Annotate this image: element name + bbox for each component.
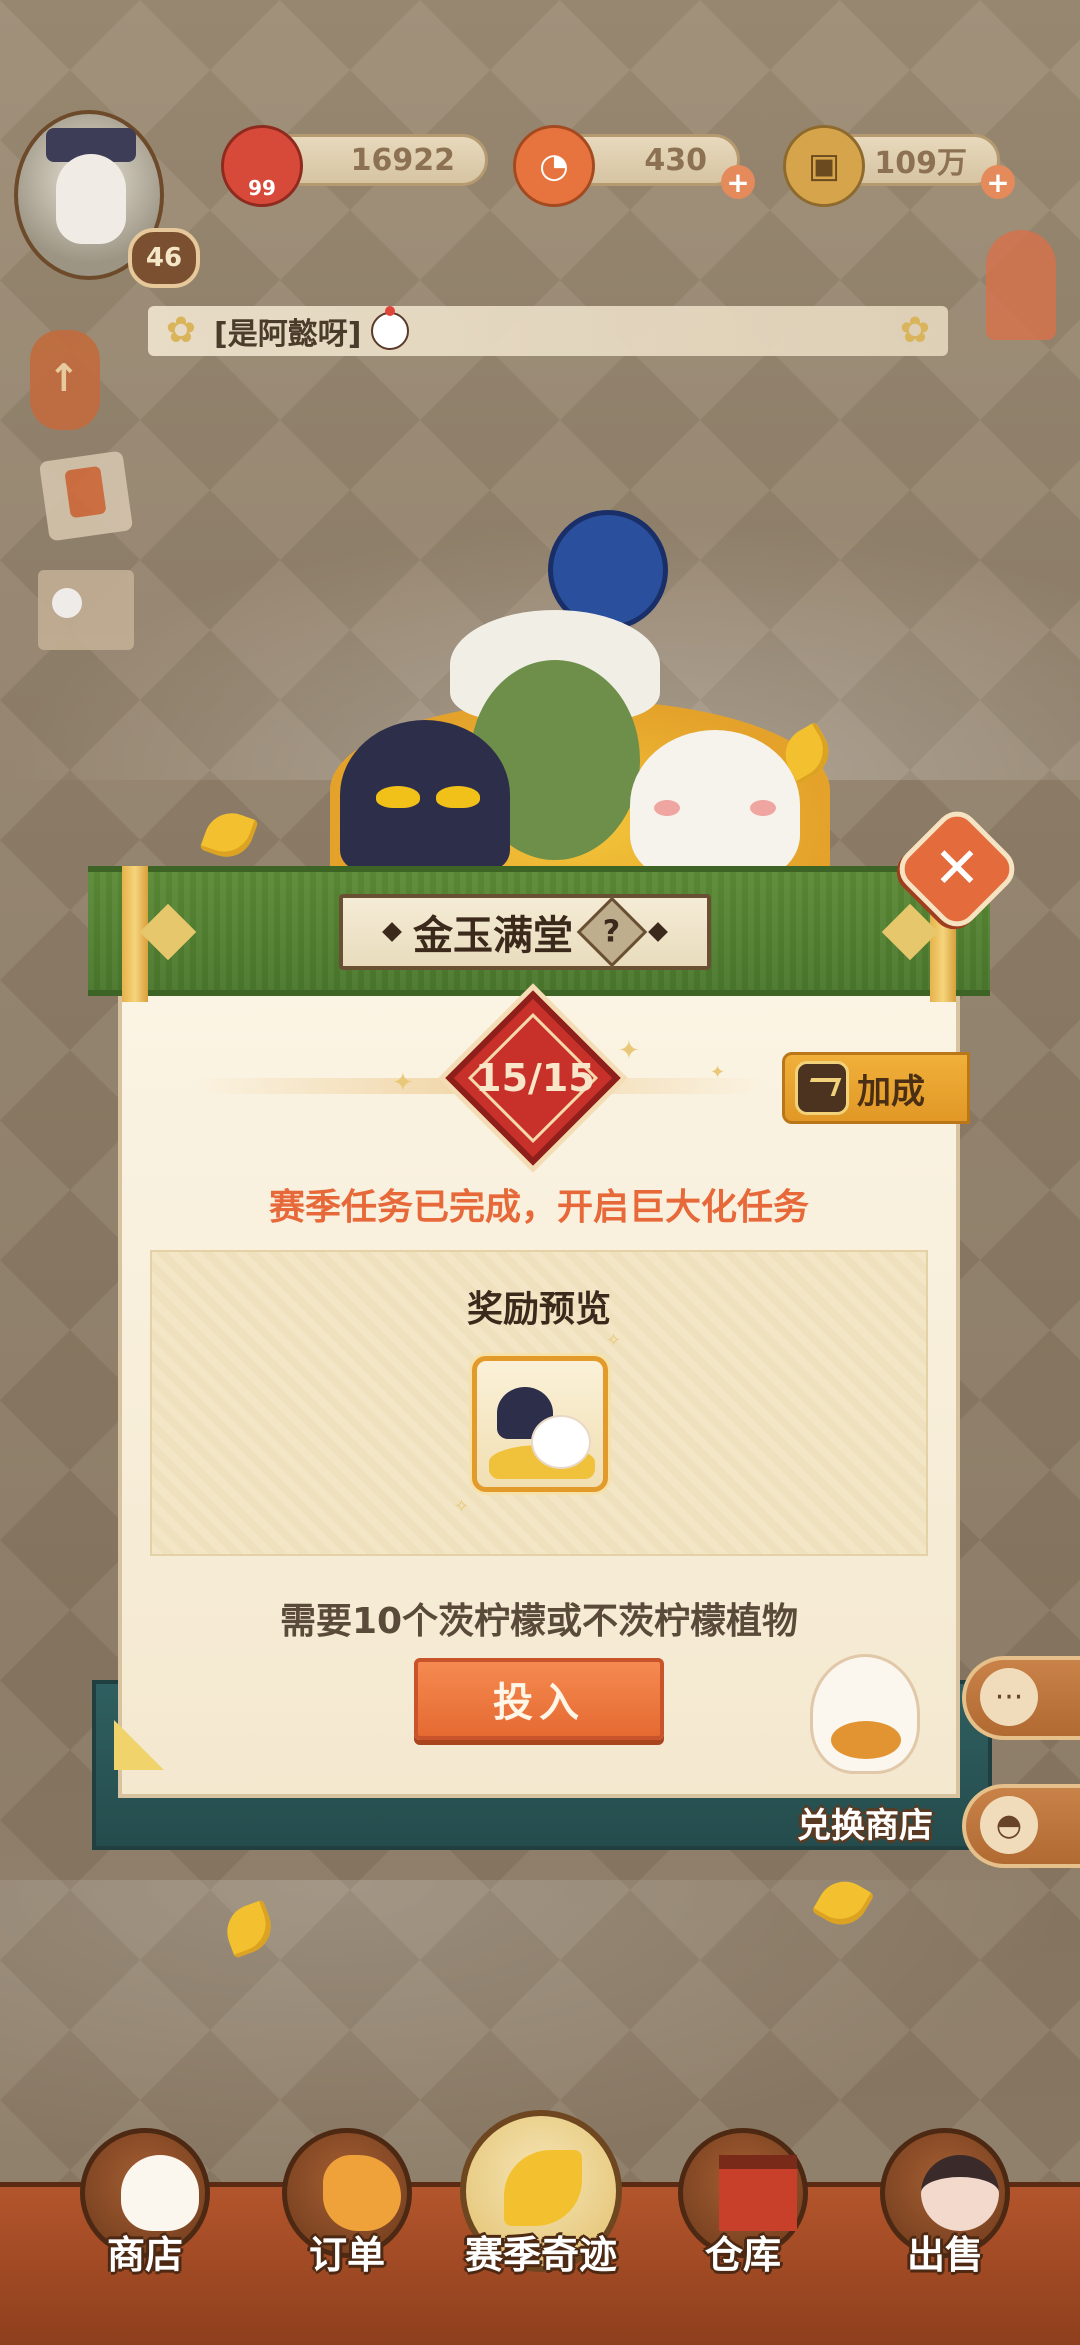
trend-up-icon: [795, 1061, 849, 1115]
title-diamond-right: [648, 922, 668, 942]
nav-orders[interactable]: 订单: [272, 2128, 422, 2328]
nav-sell-label: 出售: [906, 2233, 983, 2277]
avatar-face: [56, 154, 126, 244]
title-diamond-left: [382, 922, 402, 942]
chick-board-icon: [52, 588, 82, 618]
chat-side-button[interactable]: ···: [962, 1656, 1080, 1740]
dialog-title: 金玉满堂: [413, 913, 573, 959]
sparkle-icon: ✧: [454, 1496, 470, 1517]
star-left-icon: ✿: [165, 310, 197, 351]
rice-cake-side-button[interactable]: ◓: [962, 1784, 1080, 1868]
bird-icon: [323, 2155, 401, 2231]
cheek-left: [654, 800, 680, 816]
white-bun-character: [630, 730, 800, 880]
reward-white-bun-icon: [531, 1415, 591, 1469]
bonus-label: 加成: [857, 1071, 925, 1112]
player-name-bar: ✿ [是阿懿呀] ✿: [148, 306, 948, 356]
fish-banner-icon[interactable]: [986, 230, 1056, 340]
black-cat-eye-left: [376, 786, 420, 808]
plum-coin-counter[interactable]: 99 16922: [221, 125, 488, 207]
star-right-icon: ✿: [899, 310, 931, 351]
nav-season-wonder[interactable]: 赛季奇迹: [460, 2110, 622, 2328]
gold-coin-icon: ▣: [783, 125, 865, 207]
submit-button[interactable]: 投入: [414, 1658, 664, 1740]
chick-icon: [371, 306, 410, 350]
nav-shop[interactable]: 商店: [70, 2128, 220, 2328]
cheek-right: [750, 800, 776, 816]
nav-shop-label: 商店: [106, 2233, 183, 2277]
gold-coin-value: 109万: [874, 146, 967, 181]
sparkle-icon: ✦: [710, 1062, 726, 1083]
gold-coin-counter[interactable]: ▣ 109万 +: [783, 125, 1015, 207]
nav-season-label: 赛季奇迹: [464, 2233, 617, 2277]
nav-warehouse-label: 仓库: [704, 2233, 781, 2277]
gold-coin-plus-button[interactable]: +: [981, 165, 1015, 199]
magatama-icon: ◔: [513, 125, 595, 207]
magatama-plus-button[interactable]: +: [721, 165, 755, 199]
help-icon: ?: [603, 914, 621, 950]
close-icon: ✕: [933, 836, 981, 901]
plum-coin-badge: 99: [248, 176, 276, 200]
reward-preview-title: 奖励预览: [466, 1289, 611, 1330]
requirement-text: 需要10个茨柠檬或不茨柠檬植物: [279, 1601, 799, 1642]
player-level-badge: 46: [128, 228, 200, 288]
sparkle-icon: ✧: [606, 1330, 622, 1351]
season-task-status: 赛季任务已完成，开启巨大化任务: [268, 1187, 809, 1228]
header-diamond-left: [139, 903, 197, 961]
warehouse-icon: [719, 2155, 797, 2231]
progress-text: 15/15: [475, 1056, 595, 1100]
lucky-cat-icon: [810, 1654, 920, 1774]
ginkgo-icon: [504, 2150, 582, 2226]
board-button[interactable]: [38, 570, 134, 650]
lucky-cat-icon: [121, 2155, 199, 2231]
plum-coin-icon: 99: [221, 125, 303, 207]
help-button[interactable]: ?: [576, 896, 648, 968]
plum-coin-value: 16922: [350, 142, 455, 178]
dialog-characters: [320, 500, 840, 880]
bonus-button[interactable]: 加成: [782, 1052, 970, 1124]
exchange-shop-button[interactable]: 兑换商店: [786, 1654, 936, 1846]
nav-orders-label: 订单: [308, 2233, 385, 2277]
exchange-shop-label: 兑换商店: [797, 1806, 933, 1846]
reward-item[interactable]: [472, 1356, 608, 1492]
nav-sell[interactable]: 出售: [870, 2128, 1020, 2328]
chat-icon: ···: [980, 1668, 1038, 1726]
lantern-up-button[interactable]: ↑: [30, 330, 100, 430]
ticket-icon: [64, 465, 107, 519]
arrow-up-icon: ↑: [48, 356, 80, 400]
sparkle-icon: ✦: [392, 1068, 414, 1098]
magatama-value: 430: [644, 142, 707, 178]
dialog-title-plate: 金玉满堂 ?: [339, 894, 711, 970]
nav-warehouse[interactable]: 仓库: [668, 2128, 818, 2328]
rice-cake-icon: ◓: [980, 1796, 1038, 1854]
ticket-button[interactable]: [38, 450, 134, 542]
magatama-counter[interactable]: ◔ 430 +: [513, 125, 755, 207]
seller-avatar-icon: [921, 2155, 999, 2231]
player-name: [是阿懿呀]: [214, 317, 362, 352]
black-cat-eye-right: [436, 786, 480, 808]
black-cat-character: [340, 720, 510, 870]
